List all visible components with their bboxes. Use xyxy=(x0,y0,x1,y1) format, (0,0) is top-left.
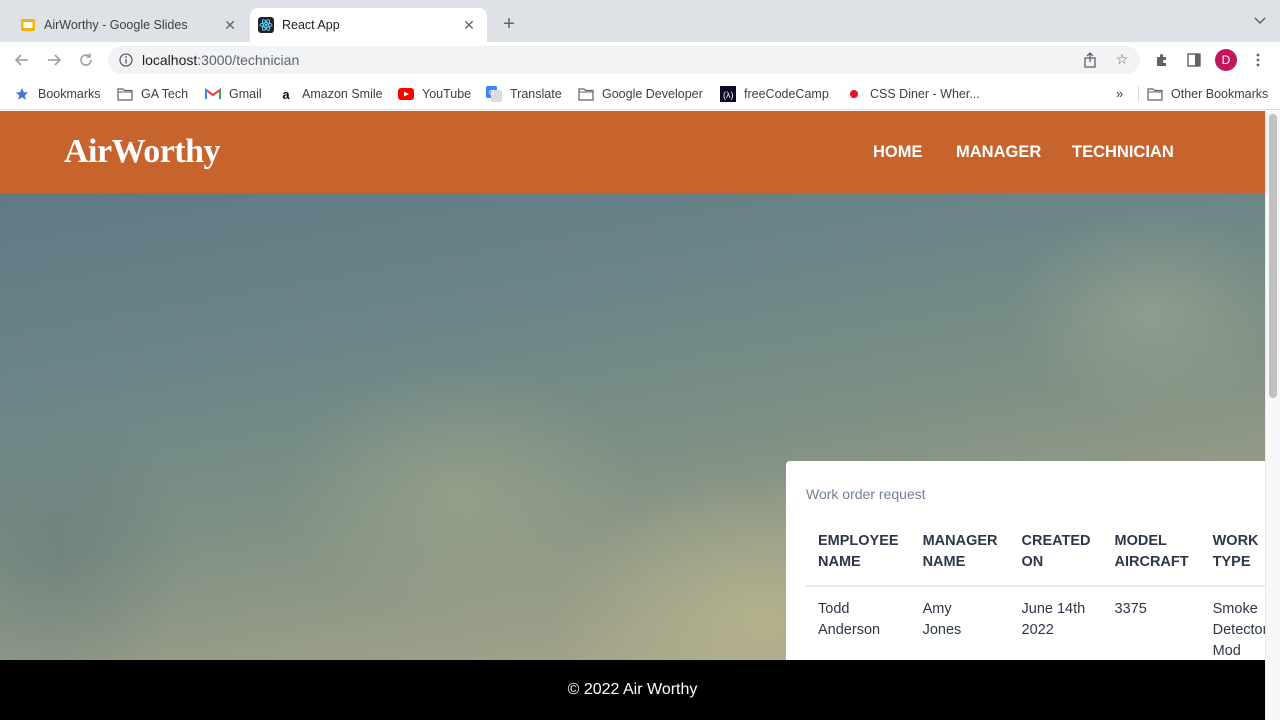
bookmark-label: Bookmarks xyxy=(38,87,101,101)
url-path: :3000/technician xyxy=(197,52,300,68)
bookmark-label: Other Bookmarks xyxy=(1171,87,1269,101)
work-order-title: Work order request xyxy=(806,486,926,502)
amazon-icon: a xyxy=(282,86,290,102)
bookmark-label: Translate xyxy=(510,87,562,101)
bookmarks-divider xyxy=(1138,86,1139,102)
column-header-manager-name: MANAGER NAME xyxy=(910,531,1010,587)
column-header-work-type: WORK TYPE xyxy=(1200,531,1265,587)
browser-tab-strip: AirWorthy - Google Slides ✕ React App ✕ … xyxy=(0,0,1280,42)
footer-copyright: © 2022 Air Worthy xyxy=(567,681,698,698)
bookmark-label: GA Tech xyxy=(141,87,189,101)
bookmark-folder[interactable]: GA Tech xyxy=(117,86,188,102)
bookmark-folder[interactable]: Google Developer xyxy=(578,86,703,102)
cell-created-on: June 14th 2022 xyxy=(1021,601,1086,638)
close-tab-icon[interactable]: ✕ xyxy=(220,15,240,35)
folder-icon xyxy=(1147,86,1163,102)
table-row[interactable]: Todd Anderson Amy Jones June 14th 2022 3375… xyxy=(806,586,1265,662)
css-diner-icon xyxy=(846,86,862,102)
browser-toolbar: localhost:3000/technician ☆ D xyxy=(0,42,1280,78)
site-info-icon[interactable] xyxy=(118,52,134,68)
bookmarks-bar: Bookmarks GA Tech Gmail a Amazon Smile Y… xyxy=(0,78,1280,110)
youtube-icon xyxy=(398,86,414,102)
scrollbar-thumb[interactable] xyxy=(1269,114,1277,398)
close-tab-icon[interactable]: ✕ xyxy=(459,15,479,35)
new-tab-button[interactable]: + xyxy=(498,13,520,35)
tab-search-chevron-icon[interactable] xyxy=(1254,14,1266,28)
address-bar[interactable]: localhost:3000/technician xyxy=(108,46,1140,74)
app-header: AirWorthy HOME MANAGER TECHNICIAN xyxy=(0,111,1265,193)
bookmark-item[interactable]: Bookmarks xyxy=(14,86,101,102)
url-host: localhost xyxy=(142,52,198,68)
work-order-table: EMPLOYEE NAME MANAGER NAME CREATED ON MODEL… xyxy=(806,531,1265,662)
cell-employee-name: Todd Anderson xyxy=(818,601,881,638)
folder-icon xyxy=(117,86,133,102)
column-header-created-on: CREATED ON xyxy=(1009,531,1103,587)
more-menu-icon[interactable] xyxy=(1249,51,1267,69)
bookmark-label: Gmail xyxy=(229,87,262,101)
bookmark-star-icon[interactable]: ☆ xyxy=(1113,50,1131,68)
cell-manager-name: Amy Jones xyxy=(922,601,962,638)
bookmarks-overflow-button[interactable]: » xyxy=(1116,86,1123,101)
bookmark-label: freeCodeCamp xyxy=(744,87,829,101)
page-viewport: AirWorthy HOME MANAGER TECHNICIAN Work o… xyxy=(0,111,1265,720)
forward-arrow-icon[interactable] xyxy=(43,49,65,71)
bookmark-item[interactable]: CSS Diner - Wher... xyxy=(846,86,980,102)
work-order-card: Work order request EMPLOYEE NAME MANAGER N… xyxy=(786,461,1265,671)
translate-icon: G xyxy=(486,86,502,102)
bookmark-item[interactable]: G Translate xyxy=(486,86,562,102)
tab-react-app[interactable]: React App ✕ xyxy=(250,8,487,42)
column-header-model-aircraft: MODEL AIRCRAFT xyxy=(1102,531,1201,587)
nav-technician[interactable]: TECHNICIAN xyxy=(1072,143,1174,162)
bookmark-item[interactable]: a Amazon Smile xyxy=(278,86,383,102)
side-panel-icon[interactable] xyxy=(1185,51,1203,69)
nav-manager[interactable]: MANAGER xyxy=(956,143,1041,162)
share-icon[interactable] xyxy=(1081,51,1099,69)
extensions-puzzle-icon[interactable] xyxy=(1153,51,1171,69)
bookmark-label: Google Developer xyxy=(602,87,703,101)
bookmark-item[interactable]: (λ) freeCodeCamp xyxy=(720,86,829,102)
svg-text:G: G xyxy=(489,90,494,97)
cell-work-type: Smoke Detector Mod xyxy=(1212,601,1265,659)
bookmark-item[interactable]: YouTube xyxy=(398,86,471,102)
profile-avatar[interactable]: D xyxy=(1215,49,1237,71)
folder-icon xyxy=(578,86,594,102)
app-footer: © 2022 Air Worthy xyxy=(0,660,1265,720)
google-slides-icon xyxy=(20,17,36,33)
page-scrollbar[interactable] xyxy=(1265,111,1280,720)
reload-icon[interactable] xyxy=(75,49,97,71)
freecodecamp-icon: (λ) xyxy=(720,86,736,102)
back-arrow-icon[interactable] xyxy=(11,49,33,71)
cell-model-aircraft: 3375 xyxy=(1114,601,1147,617)
tab-google-slides[interactable]: AirWorthy - Google Slides ✕ xyxy=(8,8,248,42)
table-header-row: EMPLOYEE NAME MANAGER NAME CREATED ON MODEL… xyxy=(806,531,1265,587)
url-text: localhost:3000/technician xyxy=(142,52,299,68)
react-icon xyxy=(258,17,274,33)
star-icon xyxy=(14,86,30,102)
svg-text:(λ): (λ) xyxy=(723,90,734,100)
app-logo[interactable]: AirWorthy xyxy=(64,133,221,171)
other-bookmarks-folder[interactable]: Other Bookmarks xyxy=(1147,86,1268,102)
tab-title: AirWorthy - Google Slides xyxy=(44,18,188,32)
bookmark-label: YouTube xyxy=(422,87,472,101)
gmail-icon xyxy=(205,86,221,102)
bookmark-label: CSS Diner - Wher... xyxy=(870,87,980,101)
nav-home[interactable]: HOME xyxy=(873,143,923,162)
bookmark-label: Amazon Smile xyxy=(302,87,383,101)
column-header-employee-name: EMPLOYEE NAME xyxy=(806,531,911,587)
bookmark-item[interactable]: Gmail xyxy=(205,86,262,102)
tab-title: React App xyxy=(282,18,340,32)
